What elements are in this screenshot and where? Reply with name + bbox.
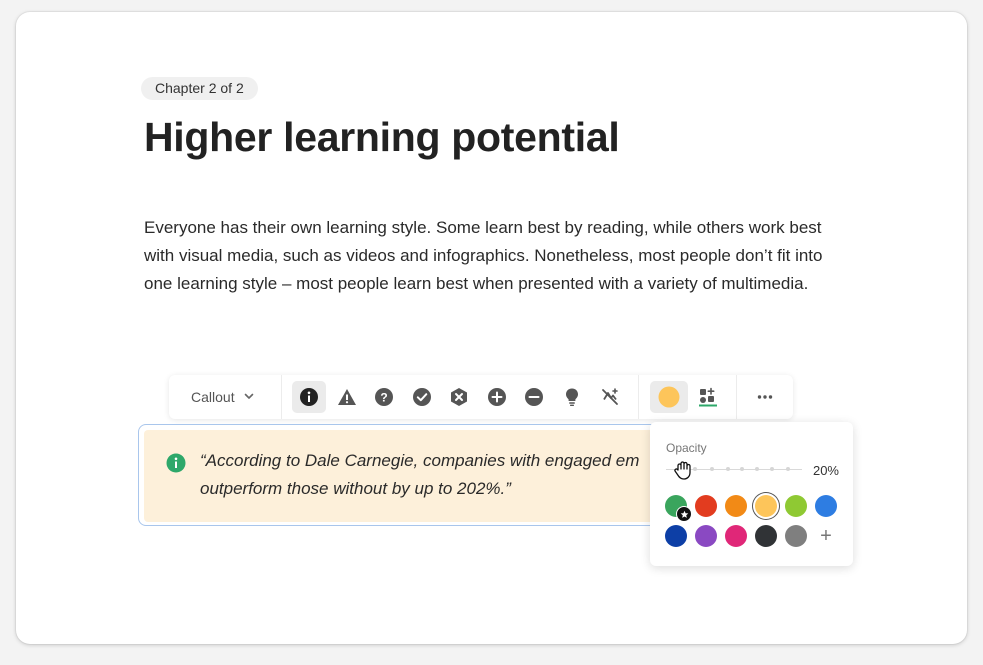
slider-tick	[710, 467, 714, 471]
swatch-purple[interactable]	[695, 525, 717, 547]
color-picker-icon	[658, 386, 680, 408]
minus-circle-icon-button[interactable]	[517, 381, 551, 413]
toolbar-divider	[638, 375, 639, 419]
plus-circle-icon-button[interactable]	[480, 381, 514, 413]
svg-text:?: ?	[380, 391, 387, 405]
text-style-icon	[699, 387, 717, 407]
color-popover: Opacity 20% +	[650, 422, 853, 566]
swatch-blue[interactable]	[815, 495, 837, 517]
minus-circle-icon	[525, 388, 543, 406]
lightbulb-icon	[566, 388, 578, 406]
slider-tick	[726, 467, 730, 471]
toolbar-divider	[736, 375, 737, 419]
opacity-value: 20%	[812, 463, 839, 478]
star-icon	[676, 506, 692, 522]
warning-icon-button[interactable]	[330, 381, 364, 413]
body-paragraph[interactable]: Everyone has their own learning style. S…	[144, 214, 834, 298]
swatch-gray[interactable]	[785, 525, 807, 547]
block-type-label: Callout	[191, 389, 235, 405]
swatch-navy[interactable]	[665, 525, 687, 547]
swatch-black[interactable]	[755, 525, 777, 547]
add-color-button[interactable]: +	[816, 525, 836, 547]
slider-tick	[770, 467, 774, 471]
chevron-down-icon	[243, 389, 255, 405]
no-icon-icon	[602, 388, 618, 405]
slider-tick	[755, 467, 759, 471]
grab-hand-icon[interactable]	[672, 458, 696, 487]
swatch-yellow[interactable]	[755, 495, 777, 517]
question-icon-button[interactable]: ?	[367, 381, 401, 413]
chapter-badge: Chapter 2 of 2	[141, 77, 258, 100]
callout-toolbar: Callout ?	[169, 375, 793, 419]
info-icon-button[interactable]	[292, 381, 326, 413]
swatch-lime[interactable]	[785, 495, 807, 517]
opacity-label: Opacity	[666, 441, 707, 455]
callout-text-line: outperform those without by up to 202%.”	[200, 479, 511, 498]
close-hex-icon-button[interactable]	[442, 381, 476, 413]
more-icon	[757, 395, 773, 399]
close-hex-icon	[451, 388, 467, 406]
opacity-slider[interactable]	[666, 461, 802, 480]
block-type-dropdown[interactable]: Callout	[177, 381, 267, 413]
swatch-pink[interactable]	[725, 525, 747, 547]
toolbar-divider	[281, 375, 282, 419]
callout-text-line: “According to Dale Carnegie, companies w…	[200, 451, 640, 470]
page-title[interactable]: Higher learning potential	[144, 114, 620, 161]
lightbulb-icon-button[interactable]	[555, 381, 589, 413]
swatch-green[interactable]	[665, 495, 692, 522]
plus-circle-icon	[488, 388, 506, 406]
info-icon	[300, 388, 318, 406]
info-icon[interactable]	[166, 453, 186, 478]
callout-text[interactable]: “According to Dale Carnegie, companies w…	[200, 447, 670, 503]
slider-tick	[786, 467, 790, 471]
question-icon: ?	[375, 388, 393, 406]
text-style-button[interactable]	[691, 381, 725, 413]
swatch-red[interactable]	[695, 495, 717, 517]
warning-icon	[338, 389, 356, 405]
no-icon-icon-button[interactable]	[593, 381, 627, 413]
check-icon	[413, 388, 431, 406]
more-button[interactable]	[748, 381, 782, 413]
callout-block[interactable]: “According to Dale Carnegie, companies w…	[144, 430, 674, 522]
swatch-orange[interactable]	[725, 495, 747, 517]
check-icon-button[interactable]	[405, 381, 439, 413]
color-picker-button[interactable]	[650, 381, 688, 413]
slider-tick	[740, 467, 744, 471]
